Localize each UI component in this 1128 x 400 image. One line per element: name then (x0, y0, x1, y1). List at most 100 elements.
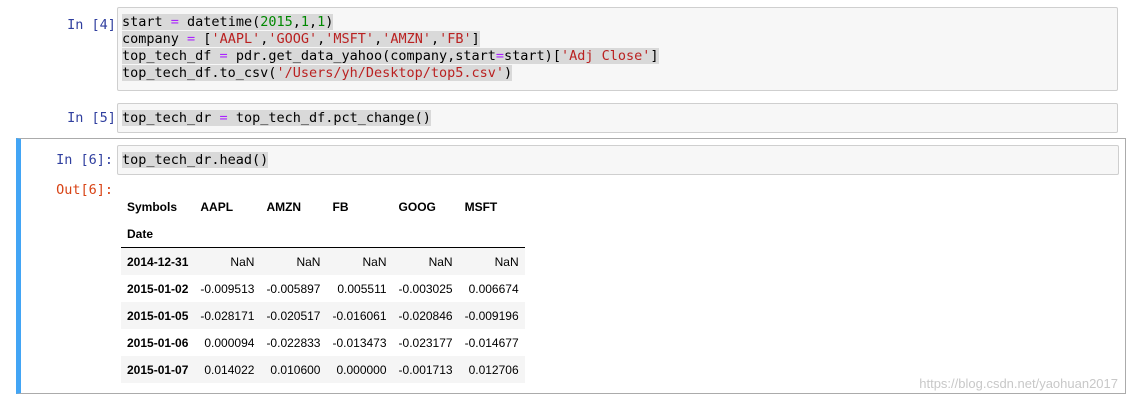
table-cell: -0.014677 (464, 335, 519, 350)
code-token: 'AAPL' (211, 31, 261, 47)
code-token: 'MSFT' (325, 31, 375, 47)
table-cell: 0.000094 (204, 335, 255, 350)
code-lines: top_tech_dr = top_tech_df.pct_change() (122, 110, 1113, 127)
code-token: datetime( (178, 14, 261, 30)
code-line: company = ['AAPL','GOOG','MSFT','AMZN','… (122, 31, 1113, 48)
code-token: company (122, 31, 188, 47)
table-cell: -0.013473 (332, 335, 387, 350)
table-cell: -0.009196 (464, 308, 519, 323)
index-header-row: Date (121, 220, 525, 248)
code-token: '/Users/yh/Desktop/top5.csv' (276, 65, 505, 81)
code-editor-5[interactable]: top_tech_dr = top_tech_df.pct_change() (117, 103, 1118, 133)
code-token: start)[ (504, 48, 561, 64)
code-token: ] (650, 48, 659, 64)
table-cell: 0.000000 (336, 362, 387, 377)
table-cell: NaN (230, 254, 255, 269)
code-line: top_tech_dr = top_tech_df.pct_change() (122, 110, 1113, 127)
table-cell: -0.020517 (266, 308, 321, 323)
table-cell: 0.006674 (468, 281, 519, 296)
code-token: , (374, 31, 383, 47)
table-row: 2015-01-05 -0.028171 -0.020517 -0.016061… (121, 302, 525, 329)
code-token: ) (325, 14, 334, 30)
code-line: top_tech_df = pdr.get_data_yahoo(company… (122, 48, 1113, 65)
code-line: top_tech_dr.head() (122, 152, 1114, 169)
code-token: 2015 (260, 14, 293, 30)
code-line: top_tech_df.to_csv('/Users/yh/Desktop/to… (122, 65, 1113, 82)
code-token: top_tech_dr.head() (122, 152, 269, 168)
code-line: start = datetime(2015,1,1) (122, 14, 1113, 31)
table-cell: 0.014022 (204, 362, 255, 377)
row-index: 2015-01-06 (127, 335, 189, 350)
table-row: 2015-01-07 0.014022 0.010600 0.000000 -0… (121, 356, 525, 383)
code-cell-5[interactable]: In [5]: top_tech_dr = top_tech_df.pct_ch… (16, 103, 1126, 133)
columns-label: Symbols (127, 199, 178, 214)
code-token: 'FB' (439, 31, 472, 47)
row-index: 2014-12-31 (127, 254, 189, 269)
code-line-text: top_tech_df.to_csv('/Users/yh/Desktop/to… (122, 65, 513, 81)
code-token: = (187, 31, 196, 47)
row-index: 2015-01-07 (127, 362, 189, 377)
column-header-fb: FB (332, 199, 349, 214)
code-token: top_tech_df.pct_change() (227, 110, 431, 126)
column-header-amzn: AMZN (266, 199, 302, 214)
table-cell: NaN (362, 254, 387, 269)
table-row: 2015-01-06 0.000094 -0.022833 -0.013473 … (121, 329, 525, 356)
output-prompt-6: Out[6]: (56, 182, 113, 198)
column-header-msft: MSFT (464, 199, 498, 214)
code-token: top_tech_df.to_csv( (122, 65, 277, 81)
table-cell: NaN (296, 254, 321, 269)
table-cell: 0.005511 (337, 281, 387, 296)
code-line-text: start = datetime(2015,1,1) (122, 14, 334, 30)
input-prompt-4: In [4]: (67, 17, 124, 33)
column-header-aapl: AAPL (200, 199, 234, 214)
row-index: 2015-01-05 (127, 308, 189, 323)
code-token: top_tech_df (122, 48, 220, 64)
code-token: ] (471, 31, 480, 47)
table-cell: -0.003025 (398, 281, 453, 296)
code-cell-4[interactable]: In [4]: start = datetime(2015,1,1) compan… (16, 7, 1126, 91)
code-token: , (430, 31, 440, 47)
code-editor-4[interactable]: start = datetime(2015,1,1) company = ['AA… (117, 7, 1118, 91)
dataframe-output: Symbols AAPL AMZN FB GOOG MSFT Date 2014… (121, 193, 525, 383)
table-cell: -0.001713 (398, 362, 453, 377)
table-cell: -0.016061 (332, 308, 387, 323)
input-prompt-5: In [5]: (67, 110, 124, 126)
code-token: start (122, 14, 171, 30)
code-token: 'GOOG' (268, 31, 318, 47)
table-row: 2014-12-31 NaN NaN NaN NaN NaN (121, 247, 525, 275)
column-header-goog: GOOG (398, 199, 436, 214)
code-token: top_tech_dr (122, 110, 220, 126)
code-token: = (495, 48, 505, 64)
watermark: https://blog.csdn.net/yaohuan2017 (919, 376, 1118, 391)
row-index: 2015-01-02 (127, 281, 189, 296)
table-row: 2015-01-02 -0.009513 -0.005897 0.005511 … (121, 275, 525, 302)
table-cell: -0.028171 (200, 308, 255, 323)
code-token: 1 (300, 14, 309, 30)
notebook: In [4]: start = datetime(2015,1,1) compan… (0, 0, 1128, 400)
code-token: = (219, 48, 228, 64)
code-token: = (170, 14, 179, 30)
code-cell-6[interactable]: In [6]: top_tech_dr.head() Out[6]: Symbo… (16, 138, 1126, 394)
table-cell: -0.023177 (398, 335, 453, 350)
code-lines: top_tech_dr.head() (122, 152, 1114, 169)
table-cell: -0.022833 (266, 335, 321, 350)
code-lines: start = datetime(2015,1,1) company = ['AA… (122, 14, 1113, 82)
code-token: 'Adj Close' (560, 48, 651, 64)
table-cell: NaN (494, 254, 519, 269)
code-editor-6[interactable]: top_tech_dr.head() (117, 145, 1119, 175)
code-line-text: top_tech_df = pdr.get_data_yahoo(company… (122, 48, 659, 64)
dataframe-table: Symbols AAPL AMZN FB GOOG MSFT Date 2014… (121, 193, 525, 383)
code-line-text: top_tech_dr = top_tech_df.pct_change() (122, 110, 431, 126)
code-token: [ (195, 31, 212, 47)
code-line-text: top_tech_dr.head() (122, 152, 269, 168)
index-label: Date (121, 220, 195, 248)
input-prompt-6: In [6]: (56, 152, 113, 168)
code-line-text: company = ['AAPL','GOOG','MSFT','AMZN','… (122, 31, 480, 47)
code-token: pdr.get_data_yahoo(company,start (227, 48, 496, 64)
table-cell: -0.005897 (266, 281, 321, 296)
code-token: , (309, 14, 318, 30)
table-cell: 0.010600 (270, 362, 321, 377)
code-token: ) (504, 65, 513, 81)
table-cell: -0.020846 (398, 308, 453, 323)
table-cell: NaN (428, 254, 453, 269)
